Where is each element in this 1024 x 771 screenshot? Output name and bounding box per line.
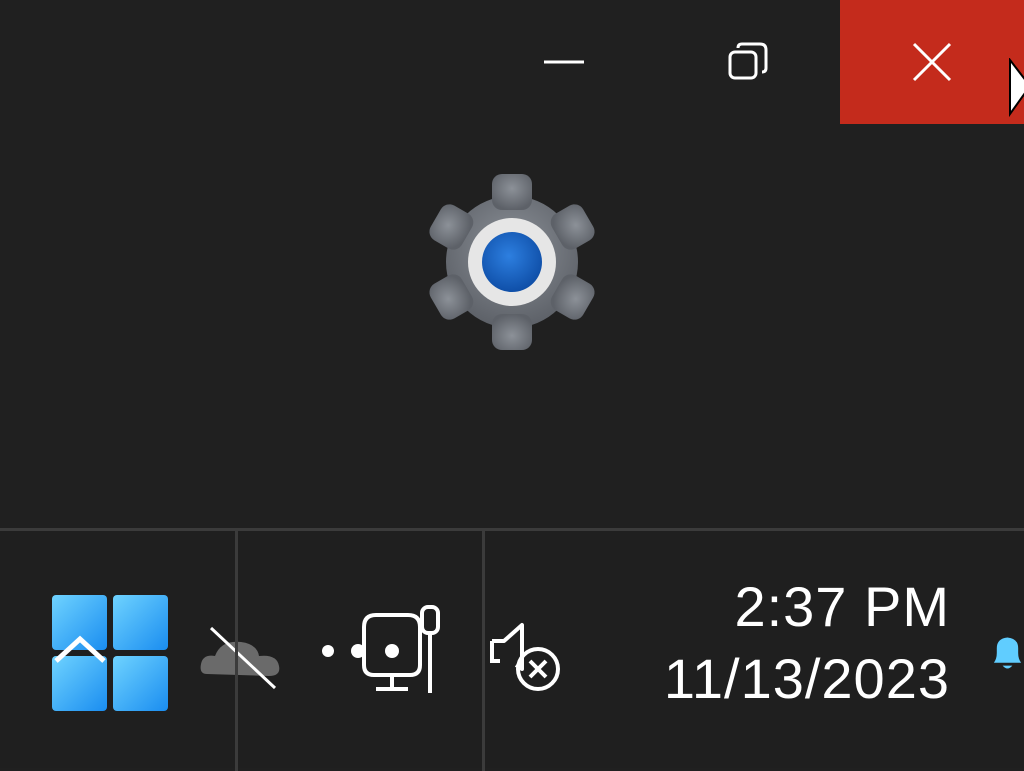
close-icon — [912, 42, 952, 82]
volume-muted-icon — [490, 623, 560, 691]
taskbar-clock[interactable]: 2:37 PM 11/13/2023 — [664, 575, 950, 711]
volume-tray-button[interactable] — [486, 617, 566, 697]
taskbar-divider — [235, 531, 238, 771]
network-wired-icon — [322, 605, 440, 693]
notification-bell-icon — [993, 637, 1022, 669]
clock-time: 2:37 PM — [734, 575, 950, 638]
clock-date: 11/13/2023 — [663, 647, 950, 710]
network-tray-button[interactable] — [312, 601, 452, 701]
onedrive-tray-button[interactable] — [196, 615, 288, 695]
minimize-icon — [544, 60, 584, 64]
minimize-button[interactable] — [504, 0, 624, 124]
notification-button[interactable] — [990, 613, 1024, 693]
restore-button[interactable] — [688, 0, 808, 124]
taskbar: 2:37 PM 11/13/2023 — [0, 528, 1024, 771]
onedrive-offline-icon — [200, 626, 280, 690]
settings-app-window — [0, 0, 1024, 528]
mouse-cursor-icon — [1009, 58, 1024, 118]
windows-start-icon — [52, 595, 168, 711]
settings-gear-icon — [424, 174, 600, 350]
taskbar-divider — [482, 531, 485, 771]
close-button[interactable] — [840, 0, 1024, 124]
start-button[interactable] — [40, 583, 180, 723]
restore-icon — [728, 42, 768, 80]
